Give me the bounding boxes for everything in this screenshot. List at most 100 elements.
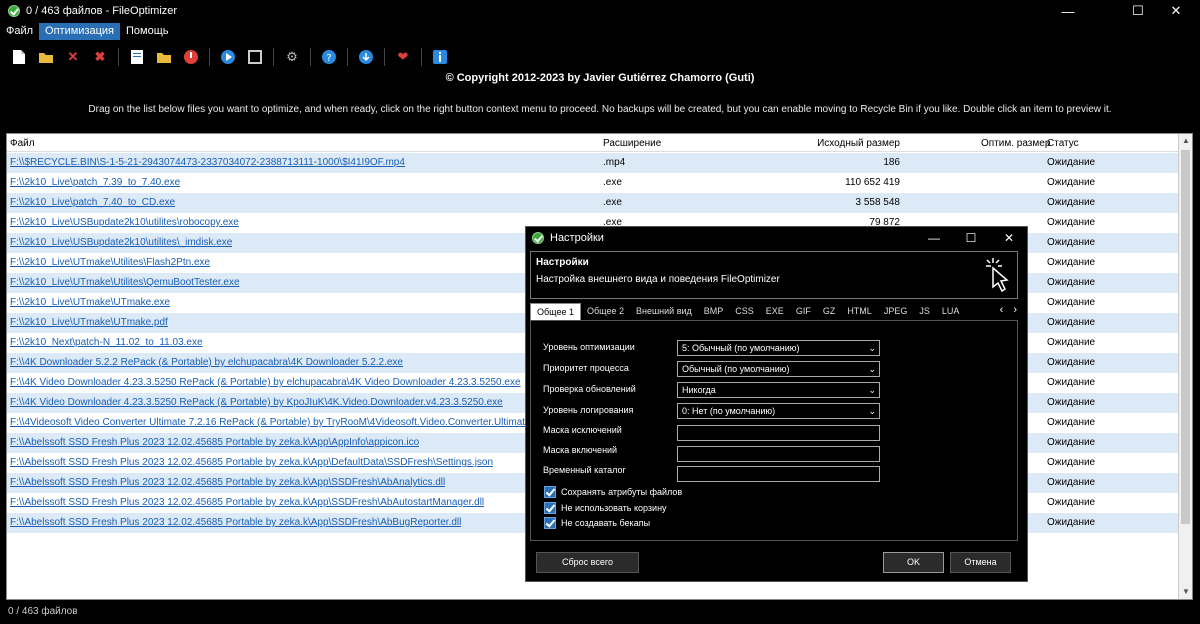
cell-file[interactable]: F:\\2k10_Live\UTmake\UTmake.exe — [10, 297, 170, 308]
cell-file[interactable]: F:\\4K Video Downloader 4.23.3.5250 RePa… — [10, 377, 521, 388]
clear-icon[interactable]: ✖ — [91, 48, 109, 66]
reset-all-button[interactable]: Сброс всего — [536, 552, 639, 573]
cell-original-size: 110 652 419 — [845, 177, 900, 188]
cell-file[interactable]: F:\\Abelssoft SSD Fresh Plus 2023 12.02.… — [10, 437, 419, 448]
dialog-header-title: Настройки — [536, 257, 589, 268]
checkbox-checked-icon[interactable] — [544, 486, 556, 498]
cell-file[interactable]: F:\\4Videosoft Video Converter Ultimate … — [10, 417, 530, 428]
tab-2[interactable]: Внешний вид — [630, 303, 698, 320]
add-folder-icon[interactable] — [37, 48, 55, 66]
updates-select[interactable]: Никогда ⌄ — [677, 382, 880, 398]
scroll-up-icon[interactable]: ▲ — [1179, 134, 1192, 148]
header-status[interactable]: Статус — [1047, 138, 1079, 149]
cell-file[interactable]: F:\\2k10_Live\USBupdate2k10\utilites\_im… — [10, 237, 232, 248]
status-bar: 0 / 463 файлов — [0, 602, 1200, 624]
table-row[interactable]: F:\\2k10_Live\patch_7.40_to_CD.exe .exe 3 … — [7, 193, 1179, 213]
table-row[interactable]: F:\\2k10_Live\patch_7.39_to_7.40.exe .exe… — [7, 173, 1179, 193]
settings-tabs: Общее 1 Общее 2 Внешний вид BMP CSS EXE GIF GZ H… — [530, 303, 1018, 321]
tab-3[interactable]: BMP — [698, 303, 730, 320]
tab-4[interactable]: CSS — [729, 303, 760, 320]
header-file[interactable]: Файл — [10, 138, 35, 149]
cell-status: Ожидание — [1047, 477, 1096, 488]
cell-file[interactable]: F:\\Abelssoft SSD Fresh Plus 2023 12.02.… — [10, 457, 493, 468]
cancel-button[interactable]: Отмена — [950, 552, 1011, 573]
chevron-down-icon: ⌄ — [868, 385, 876, 395]
no-backups-checkbox[interactable]: Не создавать бекапы — [544, 517, 650, 529]
menu-optimize[interactable]: Оптимизация — [39, 23, 121, 40]
tab-6[interactable]: GIF — [790, 303, 817, 320]
tab-11[interactable]: LUA — [936, 303, 966, 320]
ok-button[interactable]: OK — [883, 552, 944, 573]
pause-icon[interactable] — [246, 48, 264, 66]
notes-icon[interactable] — [128, 48, 146, 66]
keep-attributes-checkbox[interactable]: Сохранять атрибуты файлов — [544, 486, 682, 498]
close-button[interactable]: ✕ — [1153, 0, 1199, 22]
stop-icon[interactable] — [182, 48, 200, 66]
cell-file[interactable]: F:\\2k10_Live\patch_7.40_to_CD.exe — [10, 197, 175, 208]
header-optimized-size[interactable]: Оптим. размер — [981, 138, 1050, 149]
cell-status: Ожидание — [1047, 317, 1096, 328]
menu-file[interactable]: Файл — [0, 23, 39, 40]
dialog-minimize-button[interactable]: — — [915, 227, 953, 249]
info-icon[interactable] — [431, 48, 449, 66]
remove-icon[interactable]: ✕ — [64, 48, 82, 66]
cell-file[interactable]: F:\\2k10_Live\UTmake\Utilites\QemuBootTe… — [10, 277, 240, 288]
dialog-header: Настройки Настройка внешнего вида и пове… — [530, 251, 1018, 299]
tab-8[interactable]: HTML — [841, 303, 878, 320]
label-temp-dir: Временный каталог — [543, 465, 626, 475]
tab-9[interactable]: JPEG — [878, 303, 914, 320]
tab-scroll-right-icon[interactable]: › — [1013, 304, 1017, 316]
dialog-maximize-button[interactable]: ☐ — [952, 227, 990, 249]
chevron-down-icon: ⌄ — [868, 343, 876, 353]
heart-icon[interactable]: ❤ — [394, 48, 412, 66]
cell-status: Ожидание — [1047, 517, 1096, 528]
header-extension[interactable]: Расширение — [603, 138, 661, 149]
vertical-scrollbar[interactable]: ▲ ▼ — [1178, 134, 1192, 599]
header-original-size[interactable]: Исходный размер — [817, 138, 900, 149]
log-level-select[interactable]: 0: Нет (по умолчанию) ⌄ — [677, 403, 880, 419]
include-mask-input[interactable] — [677, 446, 880, 462]
dialog-close-button[interactable]: ✕ — [990, 227, 1028, 249]
cell-file[interactable]: F:\\2k10_Live\UTmake\UTmake.pdf — [10, 317, 168, 328]
tab-1[interactable]: Общее 2 — [581, 303, 630, 320]
menu-help[interactable]: Помощь — [120, 23, 175, 40]
tab-panel-general1: Уровень оптимизации 5: Обычный (по умолч… — [530, 321, 1018, 541]
cell-file[interactable]: F:\\2k10_Live\UTmake\Utilites\Flash2Ptn.… — [10, 257, 210, 268]
cell-status: Ожидание — [1047, 497, 1096, 508]
checkbox-checked-icon[interactable] — [544, 502, 556, 514]
cell-file[interactable]: F:\\Abelssoft SSD Fresh Plus 2023 12.02.… — [10, 497, 484, 508]
add-files-icon[interactable] — [10, 48, 28, 66]
tab-10[interactable]: JS — [913, 303, 936, 320]
temp-dir-input[interactable] — [677, 466, 880, 482]
update-icon[interactable] — [357, 48, 375, 66]
cell-original-size: 186 — [883, 157, 900, 168]
folder-icon[interactable] — [155, 48, 173, 66]
checkbox-checked-icon[interactable] — [544, 517, 556, 529]
cell-file[interactable]: F:\\$RECYCLE.BIN\S-1-5-21-2943074473-233… — [10, 157, 405, 168]
cell-file[interactable]: F:\\4K Downloader 5.2.2 RePack (& Portab… — [10, 357, 403, 368]
list-header: Файл Расширение Исходный размер Оптим. р… — [7, 134, 1179, 152]
tab-0[interactable]: Общее 1 — [530, 303, 581, 320]
cell-file[interactable]: F:\\Abelssoft SSD Fresh Plus 2023 12.02.… — [10, 517, 461, 528]
table-row[interactable]: F:\\$RECYCLE.BIN\S-1-5-21-2943074473-233… — [7, 153, 1179, 173]
opt-level-select[interactable]: 5: Обычный (по умолчанию) ⌄ — [677, 340, 880, 356]
no-recycle-bin-checkbox[interactable]: Не использовать корзину — [544, 502, 667, 514]
tab-5[interactable]: EXE — [760, 303, 790, 320]
cell-file[interactable]: F:\\2k10_Live\patch_7.39_to_7.40.exe — [10, 177, 180, 188]
exclude-mask-input[interactable] — [677, 425, 880, 441]
dialog-title-bar: Настройки — ☐ ✕ — [526, 227, 1027, 249]
chevron-down-icon: ⌄ — [868, 364, 876, 374]
scroll-thumb[interactable] — [1181, 150, 1190, 524]
cell-file[interactable]: F:\\2k10_Next\patch-N_11.02_to_11.03.exe — [10, 337, 203, 348]
scroll-down-icon[interactable]: ▼ — [1179, 585, 1192, 599]
cell-file[interactable]: F:\\Abelssoft SSD Fresh Plus 2023 12.02.… — [10, 477, 445, 488]
play-icon[interactable] — [219, 48, 237, 66]
priority-select[interactable]: Обычный (по умолчанию) ⌄ — [677, 361, 880, 377]
cell-file[interactable]: F:\\2k10_Live\USBupdate2k10\utilites\rob… — [10, 217, 239, 228]
cell-file[interactable]: F:\\4K Video Downloader 4.23.3.5250 RePa… — [10, 397, 503, 408]
tab-scroll-left-icon[interactable]: ‹ — [1000, 304, 1004, 316]
help-icon[interactable]: ? — [320, 48, 338, 66]
tab-7[interactable]: GZ — [817, 303, 842, 320]
settings-icon[interactable]: ⚙ — [283, 48, 301, 66]
minimize-button[interactable]: — — [1045, 0, 1091, 22]
